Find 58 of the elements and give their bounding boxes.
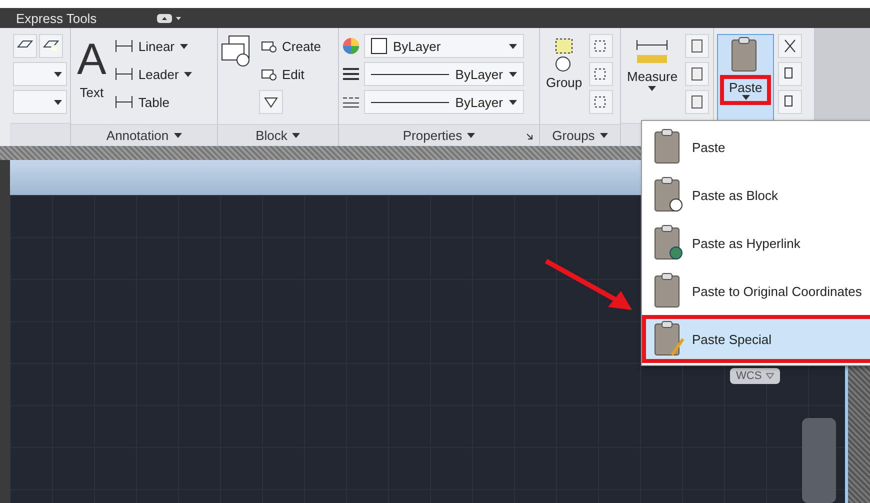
caret-icon xyxy=(766,373,774,379)
block-icon xyxy=(261,67,277,81)
utility-icon[interactable] xyxy=(684,90,709,114)
caret-icon xyxy=(648,86,656,91)
toggle-icon[interactable] xyxy=(156,14,181,22)
property-dropdown[interactable]: ByLayer xyxy=(364,62,524,86)
ucs-dropdown[interactable]: WCS xyxy=(730,368,780,384)
tool-button[interactable]: Create xyxy=(259,34,324,58)
panel-title[interactable]: Properties xyxy=(339,124,539,146)
color-wheel-icon xyxy=(342,37,360,55)
caret-icon xyxy=(509,44,517,48)
panel-title[interactable]: Groups xyxy=(540,124,620,146)
caret-icon xyxy=(509,72,517,76)
group-tool-icon[interactable] xyxy=(589,34,614,58)
paste-button[interactable]: Paste xyxy=(717,34,774,122)
lineweight-icon xyxy=(342,67,360,81)
copy-icon[interactable] xyxy=(778,62,802,86)
caret-icon xyxy=(742,95,750,100)
group-tool-icon[interactable] xyxy=(589,62,614,86)
dimension-icon xyxy=(115,95,134,109)
launcher-icon[interactable] xyxy=(526,133,533,140)
dimension-icon xyxy=(115,67,134,81)
clipboard-icon xyxy=(654,321,684,357)
caret-icon xyxy=(54,100,62,104)
layer-icon[interactable] xyxy=(39,34,63,58)
clipboard-icon xyxy=(654,177,684,213)
caret-icon xyxy=(467,133,476,138)
tool-button[interactable]: Linear xyxy=(113,34,194,58)
panel-title[interactable]: Block xyxy=(218,124,338,146)
property-dropdown[interactable]: ByLayer xyxy=(364,90,524,114)
tool-button[interactable]: Edit xyxy=(259,62,324,86)
panel-title[interactable]: Annotation xyxy=(71,124,217,146)
caret-icon xyxy=(54,72,62,76)
utility-icon[interactable] xyxy=(684,34,709,58)
attribute-icon[interactable] xyxy=(259,90,283,114)
paste-label: Paste xyxy=(729,80,762,95)
caret-icon xyxy=(509,100,517,104)
linetype-icon xyxy=(342,95,360,109)
menu-item[interactable]: Paste Special xyxy=(642,315,870,363)
property-dropdown[interactable]: ByLayer xyxy=(364,34,524,58)
dimension-icon xyxy=(115,39,134,53)
block-icon xyxy=(261,39,277,53)
utility-icon[interactable] xyxy=(684,62,709,86)
text-button[interactable]: A Text xyxy=(74,34,110,122)
layer-icon[interactable] xyxy=(13,34,37,58)
measure-button[interactable]: Measure xyxy=(624,34,681,122)
group-tool-icon[interactable] xyxy=(589,90,614,114)
match-properties-icon[interactable] xyxy=(778,90,802,114)
caret-icon xyxy=(292,133,300,138)
scissors-icon[interactable] xyxy=(778,34,802,58)
tool-button[interactable]: Table xyxy=(113,90,194,114)
group-button[interactable]: Group xyxy=(543,34,586,122)
caret-icon xyxy=(174,133,182,138)
ribbon-tab[interactable]: Express Tools xyxy=(16,10,97,26)
group-icon xyxy=(553,37,576,73)
caret-icon xyxy=(600,133,608,138)
tool-button[interactable]: Leader xyxy=(113,62,194,86)
clipboard-icon xyxy=(654,225,684,261)
